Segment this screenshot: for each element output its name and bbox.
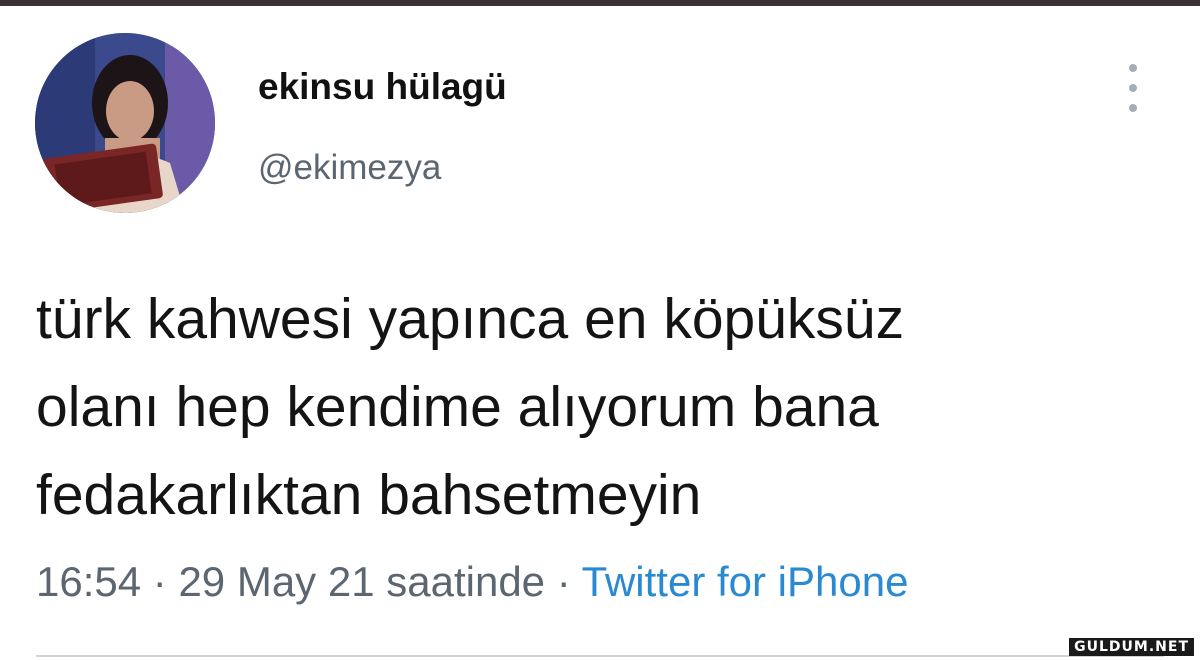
tweet-meta: 16:54 · 29 May 21 saatinde · Twitter for…: [36, 558, 908, 606]
top-border: [0, 0, 1200, 6]
author-handle[interactable]: @ekimezya: [258, 148, 441, 188]
avatar-image: [35, 33, 215, 213]
avatar[interactable]: [35, 33, 215, 213]
more-vertical-icon[interactable]: [1122, 64, 1144, 112]
tweet-time: 16:54: [36, 558, 142, 605]
author-display-name[interactable]: ekinsu hülagü: [258, 66, 507, 108]
meta-separator: ·: [556, 558, 571, 605]
tweet-date[interactable]: 29 May 21 saatinde: [178, 558, 545, 605]
divider: [36, 655, 1164, 657]
tweet-text: türk kahwesi yapınca en köpüksüz olanı h…: [36, 287, 905, 527]
tweet-source-link[interactable]: Twitter for iPhone: [582, 558, 909, 605]
meta-separator: ·: [152, 558, 167, 605]
watermark: GULDUM.NET: [1069, 638, 1194, 656]
